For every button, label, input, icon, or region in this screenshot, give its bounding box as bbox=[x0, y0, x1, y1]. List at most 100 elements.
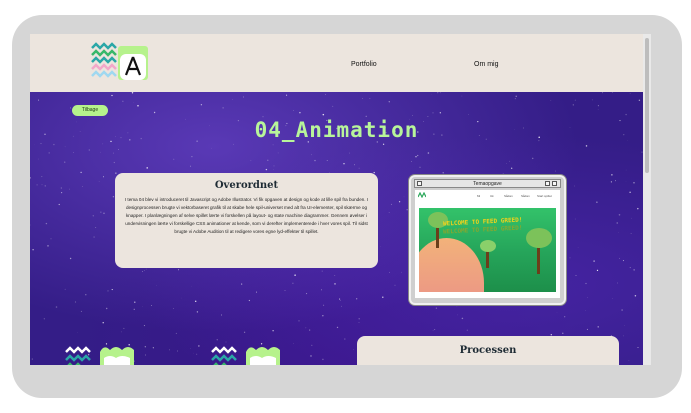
nav-om-mig-link[interactable]: Om mig bbox=[474, 61, 499, 68]
star bbox=[53, 143, 55, 146]
star bbox=[191, 155, 193, 158]
star bbox=[336, 326, 339, 329]
mini-nav-item: Sådan bbox=[504, 194, 513, 198]
star bbox=[61, 192, 63, 194]
logo-art-thumbnail bbox=[211, 346, 280, 365]
star bbox=[322, 315, 324, 317]
star bbox=[196, 311, 199, 313]
star bbox=[123, 327, 125, 329]
star bbox=[60, 187, 62, 189]
star bbox=[80, 310, 82, 312]
star bbox=[102, 322, 104, 324]
browser-viewport: Portfolio Om mig Tilbage 04_Animation Ov… bbox=[30, 34, 651, 365]
star bbox=[173, 158, 175, 160]
star bbox=[435, 307, 438, 309]
star bbox=[152, 347, 154, 349]
star bbox=[131, 92, 134, 94]
star bbox=[388, 101, 390, 103]
star bbox=[299, 111, 301, 114]
star bbox=[294, 274, 296, 276]
star bbox=[586, 328, 588, 330]
star bbox=[610, 181, 613, 183]
star bbox=[36, 184, 38, 186]
star bbox=[358, 167, 360, 169]
star bbox=[64, 288, 66, 290]
star bbox=[461, 95, 463, 97]
star bbox=[265, 168, 268, 171]
star bbox=[145, 268, 147, 270]
star bbox=[153, 111, 156, 114]
star bbox=[531, 157, 534, 160]
star bbox=[30, 224, 31, 226]
star bbox=[389, 271, 390, 273]
star bbox=[382, 296, 384, 298]
star bbox=[597, 105, 599, 107]
star bbox=[178, 269, 180, 271]
star bbox=[574, 185, 575, 187]
star bbox=[68, 188, 70, 190]
star bbox=[111, 289, 113, 291]
star bbox=[587, 297, 588, 298]
star bbox=[82, 186, 83, 187]
star bbox=[394, 284, 396, 286]
star bbox=[256, 291, 257, 293]
star bbox=[344, 338, 346, 340]
star bbox=[118, 149, 119, 150]
star bbox=[85, 294, 87, 296]
star bbox=[37, 158, 39, 160]
scrollbar[interactable] bbox=[643, 34, 651, 365]
star bbox=[103, 176, 104, 178]
star bbox=[284, 290, 286, 291]
star bbox=[432, 112, 434, 114]
star bbox=[630, 232, 632, 234]
star bbox=[638, 99, 641, 101]
star bbox=[111, 94, 113, 97]
star bbox=[362, 98, 363, 99]
star bbox=[457, 314, 459, 316]
star bbox=[596, 201, 598, 203]
star bbox=[122, 100, 124, 102]
star bbox=[41, 176, 43, 178]
star bbox=[556, 311, 558, 313]
star bbox=[321, 289, 322, 291]
site-logo[interactable] bbox=[90, 42, 152, 82]
star bbox=[73, 152, 74, 153]
star bbox=[401, 271, 402, 273]
mini-nav-item: Uk bbox=[490, 194, 494, 198]
mini-nav-item: Mi bbox=[477, 194, 481, 198]
star bbox=[137, 104, 139, 107]
star bbox=[267, 159, 269, 161]
back-button[interactable]: Tilbage bbox=[72, 105, 108, 116]
game-preview: WELCOME TO FEED GREED! WELCOME TO FEED G… bbox=[419, 208, 556, 292]
nav-portfolio-link[interactable]: Portfolio bbox=[351, 61, 377, 68]
star bbox=[427, 116, 429, 117]
star bbox=[596, 269, 599, 272]
overview-card: Overordnet I tema 04 blev vi introducere… bbox=[115, 173, 378, 268]
star bbox=[314, 159, 316, 162]
star bbox=[321, 270, 323, 272]
star bbox=[439, 92, 441, 94]
star bbox=[466, 329, 468, 331]
star bbox=[70, 107, 71, 109]
star bbox=[334, 283, 336, 285]
star bbox=[309, 329, 311, 331]
star bbox=[322, 358, 324, 361]
star bbox=[88, 149, 90, 151]
site-header: Portfolio Om mig bbox=[30, 34, 643, 92]
star bbox=[41, 184, 43, 186]
star bbox=[628, 360, 630, 361]
star bbox=[250, 160, 252, 161]
star bbox=[625, 169, 627, 171]
page-title: 04_Animation bbox=[254, 118, 419, 142]
star bbox=[356, 298, 358, 300]
star bbox=[112, 196, 115, 198]
star bbox=[354, 164, 355, 166]
window-title: Temaopgave bbox=[473, 181, 502, 187]
star bbox=[406, 209, 408, 211]
star bbox=[616, 222, 618, 224]
star bbox=[415, 156, 417, 158]
star bbox=[292, 282, 294, 284]
process-heading: Processen bbox=[459, 345, 517, 356]
star bbox=[432, 330, 434, 331]
scrollbar-thumb[interactable] bbox=[645, 38, 649, 173]
